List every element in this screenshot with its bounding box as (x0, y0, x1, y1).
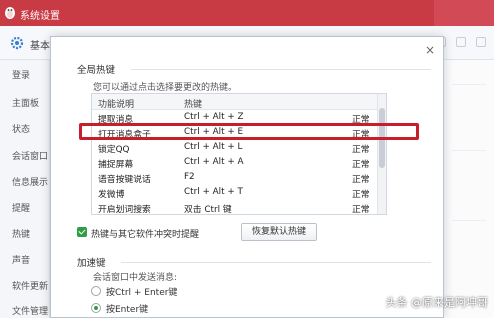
highlight-box (79, 123, 419, 140)
divider (452, 84, 486, 85)
hotkey-hint: 您可以通过点击选择要更改的热键。 (93, 83, 238, 93)
row-function: 语音按键说话 (98, 175, 151, 185)
row-status: 正常 (352, 175, 370, 185)
window-titlebar: 系统设置 (0, 0, 494, 26)
sidebar-item-sound[interactable]: 声音 (12, 253, 30, 266)
conflict-checkbox-label[interactable]: 热键与其它软件冲突时提醒 (91, 227, 199, 240)
sidebar-item-file-manage[interactable]: 文件管理 (12, 304, 48, 317)
sidebar-item-info-display[interactable]: 信息展示 (12, 175, 48, 188)
hotkey-table: 功能说明 热键 提取消息 Ctrl + Alt + Z 正常 打开消息盒子 Ct… (91, 93, 387, 215)
row-hotkey: F2 (184, 172, 195, 182)
column-header-hotkey: 热键 (184, 100, 203, 110)
radio-enter[interactable] (91, 303, 101, 313)
sidebar-item-reminder[interactable]: 提醒 (12, 201, 30, 214)
table-scrollbar[interactable] (377, 94, 386, 214)
table-row[interactable]: 捕捉屏幕 Ctrl + Alt + A 正常 (92, 155, 378, 170)
row-function: 锁定QQ (98, 145, 130, 155)
column-header-function: 功能说明 (98, 100, 135, 110)
table-header: 功能说明 热键 (92, 94, 378, 110)
lock-icon[interactable] (456, 37, 466, 47)
divider (452, 220, 486, 221)
sidebar-item-chat-window[interactable]: 会话窗口 (12, 149, 48, 162)
gear-icon (10, 36, 24, 50)
row-hotkey: 双击 Ctrl 键 (184, 205, 232, 215)
sidebar-item-status[interactable]: 状态 (12, 122, 30, 135)
tab-basic[interactable]: 基本 (30, 37, 50, 52)
table-row[interactable]: 开启划词搜索 双击 Ctrl 键 正常 (92, 200, 378, 215)
sidebar-item-hotkey[interactable]: 热键 (12, 227, 30, 240)
radio-ctrl-enter-label[interactable]: 按Ctrl + Enter键 (106, 285, 177, 298)
section-divider (121, 262, 431, 263)
restore-default-hotkey-button[interactable]: 恢复默认热键 (241, 223, 317, 241)
row-hotkey: Ctrl + Alt + T (184, 187, 243, 197)
window-title: 系统设置 (20, 11, 60, 22)
radio-enter-label[interactable]: 按Enter键 (106, 302, 148, 315)
divider (452, 150, 486, 151)
mail-icon[interactable] (476, 37, 486, 47)
sidebar: 登录 主面板 状态 会话窗口 信息展示 提醒 热键 声音 软件更新 文件管理 (0, 60, 50, 318)
row-hotkey: Ctrl + Alt + A (184, 157, 244, 167)
table-row[interactable]: 锁定QQ Ctrl + Alt + L 正常 (92, 140, 378, 155)
row-status: 正常 (352, 205, 370, 215)
section-divider (131, 69, 431, 70)
conflict-checkbox[interactable] (77, 227, 87, 237)
hotkey-dialog: × 全局热键 您可以通过点击选择要更改的热键。 功能说明 热键 提取消息 Ctr… (50, 36, 444, 318)
sidebar-item-main-panel[interactable]: 主面板 (12, 96, 39, 109)
row-status: 正常 (352, 160, 370, 170)
send-message-label: 会话窗口中发送消息: (93, 273, 178, 283)
row-function: 开启划词搜索 (98, 205, 151, 215)
close-icon[interactable]: × (425, 43, 435, 57)
row-status: 正常 (352, 190, 370, 200)
watermark: 头条 @原来是阿坤哥 (385, 296, 489, 309)
row-function: 捕捉屏幕 (98, 160, 134, 170)
table-row[interactable]: 发微博 Ctrl + Alt + T 正常 (92, 185, 378, 200)
sidebar-item-login[interactable]: 登录 (12, 68, 30, 81)
row-function: 发微博 (98, 190, 125, 200)
table-row[interactable]: 语音按键说话 F2 正常 (92, 170, 378, 185)
section-title-accelerator: 加速键 (77, 258, 106, 269)
row-hotkey: Ctrl + Alt + L (184, 142, 243, 152)
penguin-icon (5, 7, 15, 19)
row-status: 正常 (352, 145, 370, 155)
row-hotkey: Ctrl + Alt + Z (184, 112, 244, 122)
table-row[interactable]: 提取消息 Ctrl + Alt + Z 正常 (92, 110, 378, 125)
section-title-global-hotkey: 全局热键 (77, 65, 116, 76)
titlebar-controls (434, 0, 494, 26)
sidebar-item-update[interactable]: 软件更新 (12, 279, 48, 292)
background-panel (444, 60, 494, 318)
radio-ctrl-enter[interactable] (91, 286, 101, 296)
